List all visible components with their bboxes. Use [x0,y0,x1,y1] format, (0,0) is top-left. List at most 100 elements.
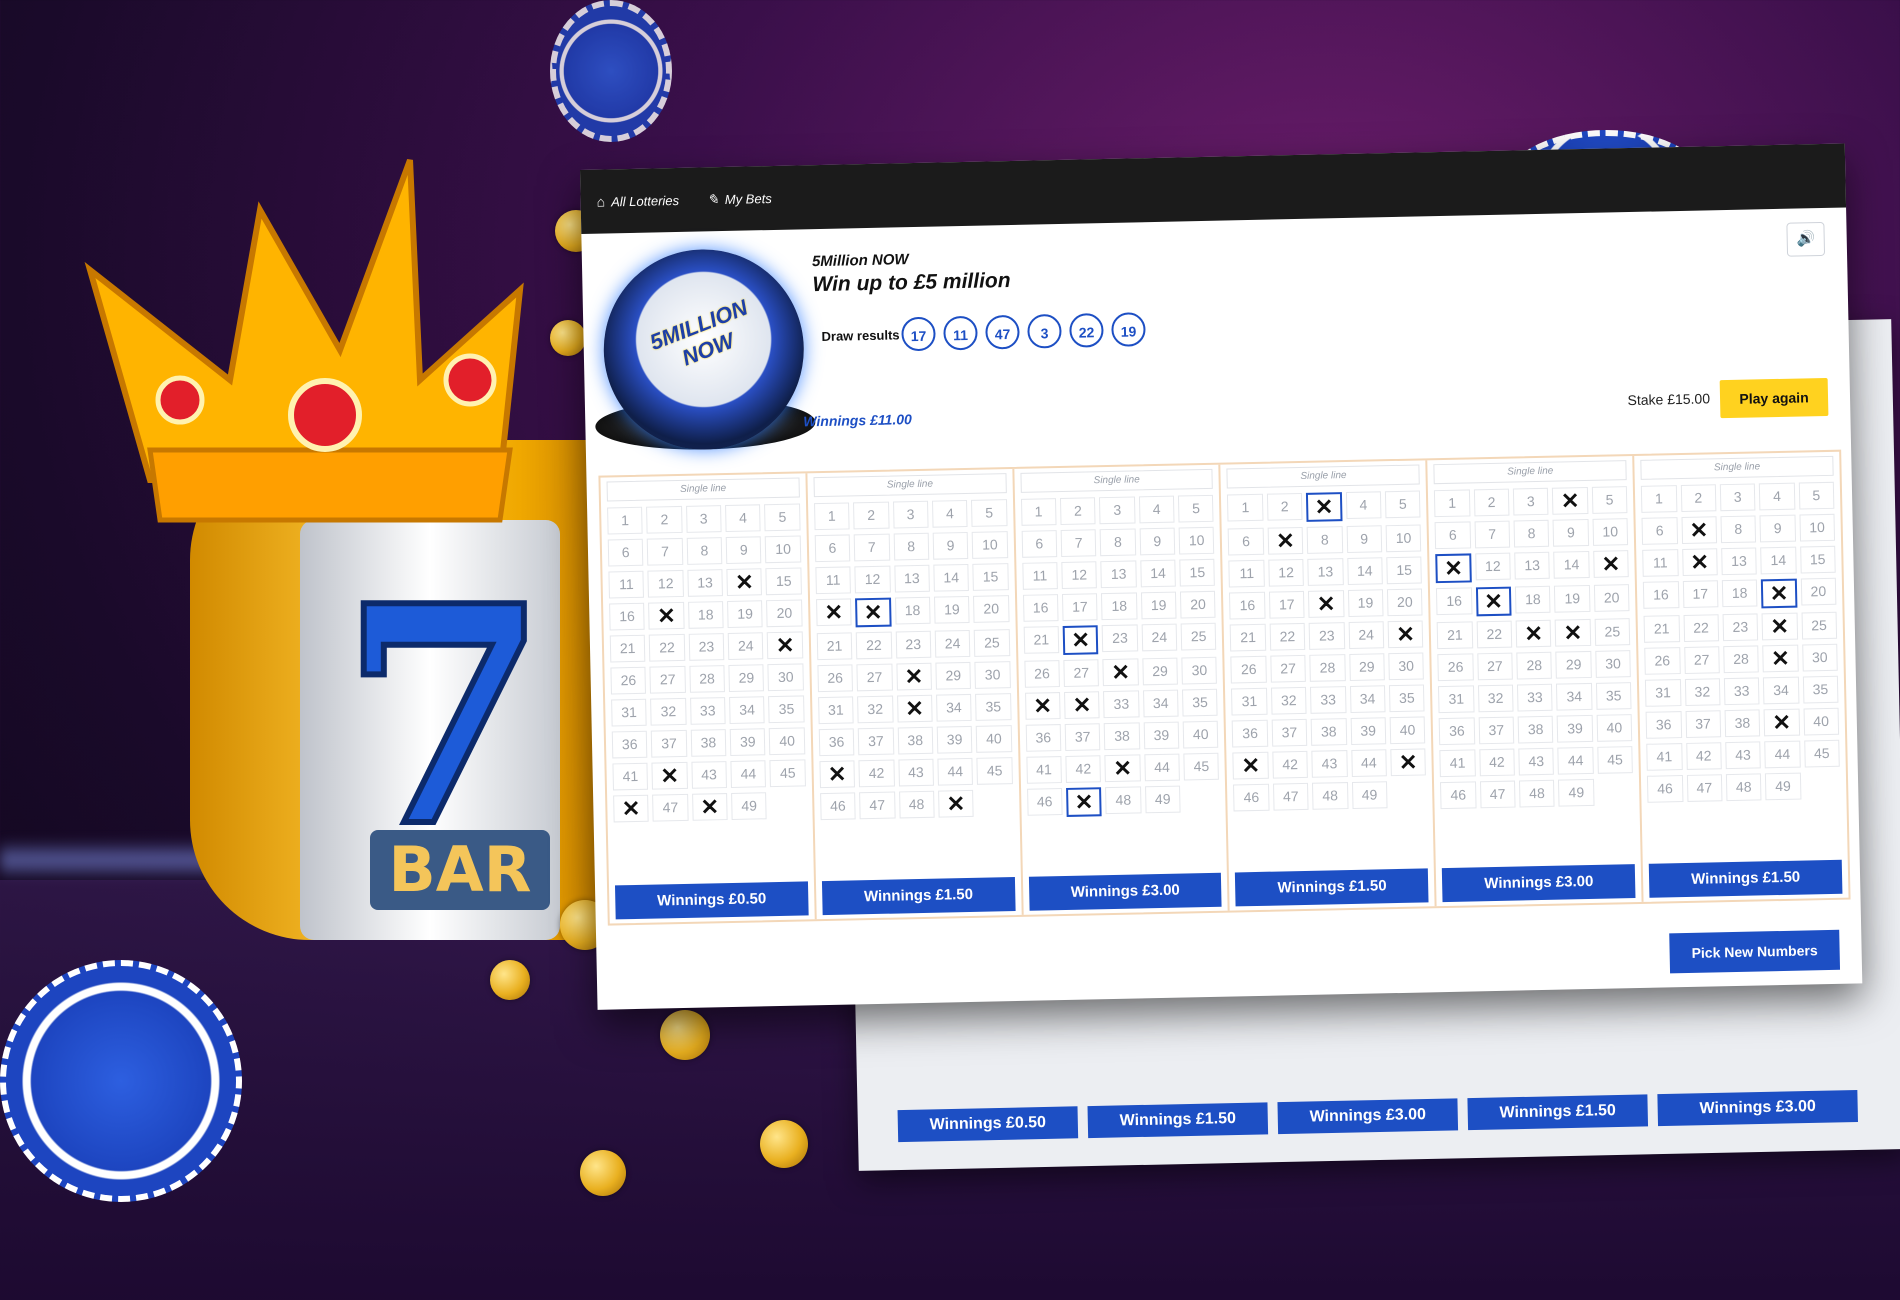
number-grid: 1234567891011121314151617181920212223242… [1434,486,1633,810]
number-cell: 12 [854,565,891,594]
number-cell: 9 [1552,518,1589,547]
number-cell: 30 [974,661,1011,689]
gold-coin-icon [490,960,530,1000]
number-cell: 25 [1594,618,1631,646]
number-cell: 31 [1438,685,1475,714]
ghost-winnings-1: Winnings £0.50 [897,1106,1079,1143]
number-cell: 10 [1178,526,1215,555]
number-cell: 10 [1592,518,1629,546]
number-cell: 3 [1306,492,1343,522]
number-cell: 37 [857,727,894,756]
draw-ball: 47 [985,314,1020,350]
number-cell: 27 [1063,659,1100,687]
number-cell: 30 [1595,650,1631,678]
number-cell: 22 [1062,625,1099,655]
gold-coin-icon [580,1150,626,1196]
number-cell: 1 [1434,489,1471,518]
number-cell: 6 [1228,527,1265,556]
number-cell: 36 [818,728,855,757]
number-cell: 10 [765,535,802,564]
number-cell: 9 [1346,525,1383,554]
number-grid: 1234567891011121314151617181920212223242… [607,503,806,823]
number-cell: 44 [1350,749,1387,777]
number-cell: 24 [727,632,764,660]
number-cell: 19 [933,595,970,624]
number-cell: 19 [1554,584,1591,613]
number-cell: 49 [1144,785,1181,814]
poker-chip-icon [0,960,242,1202]
number-cell: 42 [1065,755,1102,783]
number-cell: 14 [1760,546,1797,575]
number-cell: 17 [1062,593,1098,621]
number-cell: 20 [1593,584,1630,612]
number-cell: 49 [1558,778,1595,807]
single-line-label: Single line [1226,464,1421,489]
number-cell: 29 [1762,644,1799,673]
number-cell: 4 [1552,486,1589,515]
sound-toggle-button[interactable]: 🔊 [1786,221,1826,257]
number-cell: 18 [1514,585,1551,614]
number-cell: 23 [688,633,725,661]
number-cell: 11 [815,566,852,595]
number-cell: 30 [1181,656,1218,685]
number-cell: 32 [1270,686,1307,715]
number-grid: 1234567891011121314151617181920212223242… [813,499,1013,821]
number-cell: 11 [1228,559,1265,588]
single-line-4: Single line12345678910111213141516171819… [1220,460,1437,911]
number-cell: 34 [1142,689,1179,718]
number-cell: 13 [1100,560,1137,589]
number-cell: 15 [1799,545,1836,574]
game-subtitle: Win up to £5 million [812,269,1011,297]
number-cell: 26 [1024,660,1060,688]
number-cell: 24 [1348,621,1385,650]
number-cell: 18 [1101,592,1138,621]
number-cell: 20 [1386,588,1423,617]
nav-my-bets[interactable]: ✎ My Bets [707,189,772,207]
number-cell: 21 [1230,623,1267,652]
number-cell: 41 [819,760,856,789]
ghost-winnings-5: Winnings £3.00 [1657,1089,1859,1127]
number-cell: 28 [1102,658,1139,687]
number-cell: 34 [1556,682,1593,711]
number-cell: 22 [1269,622,1306,651]
number-cell: 15 [1592,550,1629,578]
play-again-button[interactable]: Play again [1719,377,1829,419]
number-cell: 29 [1142,657,1179,686]
number-cell: 45 [1183,752,1220,781]
number-cell: 40 [1803,707,1840,736]
nav-all-lotteries[interactable]: ⌂ All Lotteries [596,192,679,209]
number-cell: 29 [1555,650,1592,679]
number-cell: 19 [727,600,764,629]
number-cell: 22 [649,633,686,662]
number-cell: 28 [1516,651,1553,680]
number-cell: 12 [1268,558,1305,587]
pick-new-numbers-button[interactable]: Pick New Numbers [1669,929,1841,974]
number-cell: 29 [1348,653,1385,681]
draw-ball: 3 [1027,313,1062,349]
number-cell: 8 [686,537,723,565]
number-cell: 6 [814,534,851,563]
number-cell: 46 [1440,781,1477,810]
draw-ball: 11 [943,315,978,351]
number-cell: 2 [1059,497,1096,526]
number-cell: 43 [1311,750,1348,778]
number-cell: 11 [1642,549,1679,577]
number-cell: 17 [1268,590,1305,619]
ghost-winnings-3: Winnings £3.00 [1277,1098,1459,1135]
number-cell: 46 [819,792,856,821]
number-cell: 13 [1514,551,1551,580]
number-cell: 14 [1553,550,1590,579]
number-cell: 47 [652,793,689,822]
number-cell: 5 [764,503,801,532]
number-cell: 43 [1725,741,1762,770]
number-cell: 7 [1060,529,1097,558]
number-cell: 2 [1680,484,1717,513]
number-cell: 1 [1020,498,1057,526]
number-cell: 36 [1025,724,1062,752]
number-cell: 7 [1267,526,1304,555]
number-cell: 19 [1140,591,1177,620]
single-line-label: Single line [813,473,1007,498]
number-cell: 12 [1681,548,1718,577]
single-line-6: Single line12345678910111213141516171819… [1634,452,1848,902]
number-cell: 23 [1308,622,1345,650]
